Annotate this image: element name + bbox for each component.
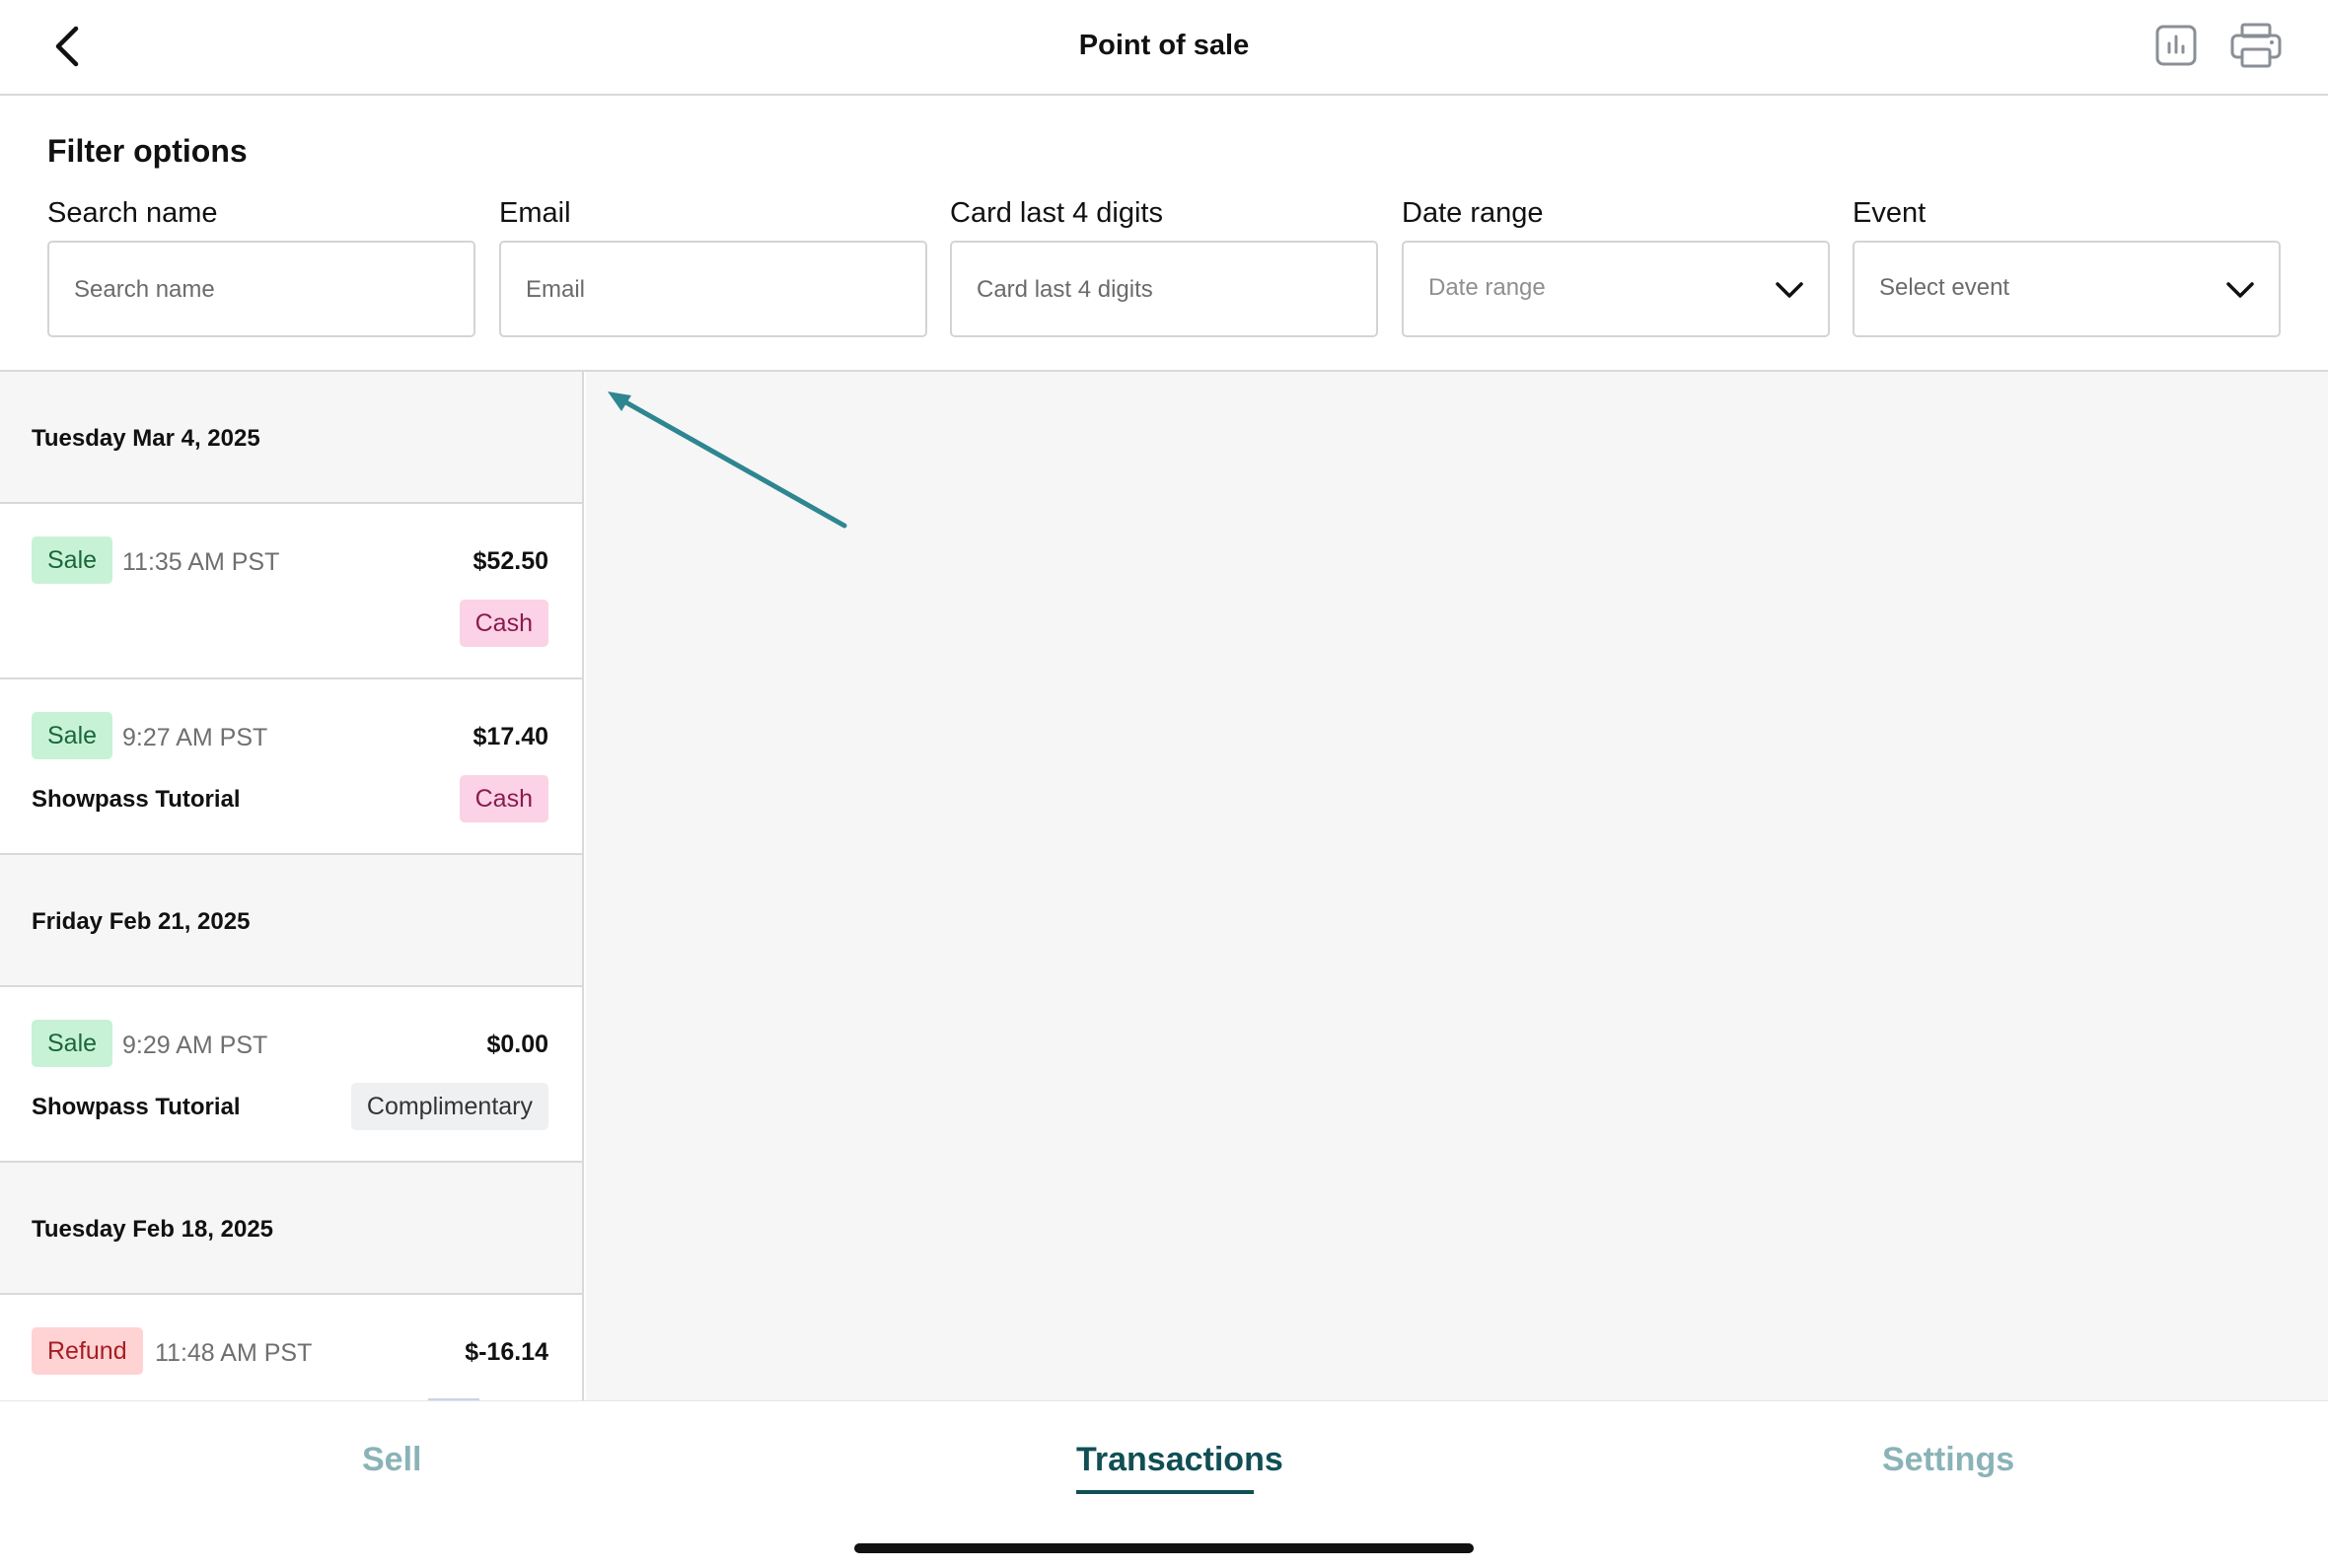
type-badge: Sale	[32, 536, 113, 584]
transaction-row[interactable]: Sale 11:35 AM PST $52.50 Cash	[0, 504, 582, 679]
date-range-select[interactable]: Date range	[1402, 241, 1830, 337]
card-digits-input[interactable]: Card last 4 digits	[950, 241, 1378, 337]
filter-panel: Filter options Search name Search name E…	[0, 96, 2328, 372]
pointer-arrow-icon	[608, 392, 847, 529]
active-tab-indicator	[1076, 1490, 1254, 1494]
reports-button[interactable]	[2154, 24, 2198, 67]
tab-settings[interactable]: Settings	[1882, 1441, 2014, 1479]
page-title: Point of sale	[1078, 30, 1250, 61]
type-badge: Sale	[32, 1020, 113, 1067]
transaction-time: 9:29 AM PST	[122, 1032, 268, 1059]
chevron-down-icon	[1776, 282, 1803, 298]
transaction-amount: $52.50	[473, 547, 548, 575]
date-header: Tuesday Mar 4, 2025	[0, 372, 582, 504]
email-placeholder: Email	[526, 276, 586, 303]
tab-transactions[interactable]: Transactions	[1076, 1441, 1283, 1479]
email-input[interactable]: Email	[499, 241, 927, 337]
home-indicator[interactable]	[854, 1543, 1474, 1553]
transaction-time: 11:48 AM PST	[155, 1339, 313, 1367]
top-bar: Point of sale	[0, 0, 2328, 96]
transaction-row[interactable]: Sale 9:29 AM PST $0.00 Showpass Tutorial…	[0, 987, 582, 1163]
date-header: Tuesday Feb 18, 2025	[0, 1163, 582, 1295]
event-label: Event	[1853, 197, 1927, 229]
transaction-row[interactable]: Refund 11:48 AM PST $-16.14	[0, 1295, 582, 1400]
date-header-label: Friday Feb 21, 2025	[32, 908, 251, 935]
transaction-amount: $17.40	[473, 723, 548, 750]
date-header-label: Tuesday Mar 4, 2025	[32, 425, 260, 452]
date-header: Friday Feb 21, 2025	[0, 855, 582, 987]
payment-badge: Complimentary	[350, 1083, 548, 1130]
transaction-list[interactable]: Tuesday Mar 4, 2025 Sale 11:35 AM PST $5…	[0, 372, 584, 1400]
email-label: Email	[499, 197, 571, 229]
payment-badge: Cash	[459, 775, 548, 822]
type-badge: Sale	[32, 712, 113, 759]
tab-sell[interactable]: Sell	[362, 1441, 421, 1479]
bar-chart-icon	[2155, 25, 2197, 66]
payment-badge: Cash	[459, 600, 548, 647]
printer-icon	[2230, 23, 2282, 68]
event-placeholder: Select event	[1879, 274, 2010, 301]
transaction-time: 11:35 AM PST	[122, 548, 280, 576]
date-range-placeholder: Date range	[1428, 274, 1546, 301]
transaction-event: Showpass Tutorial	[32, 786, 241, 813]
transaction-time: 9:27 AM PST	[122, 724, 268, 751]
print-button[interactable]	[2229, 22, 2283, 69]
card-digits-placeholder: Card last 4 digits	[977, 276, 1153, 303]
bottom-tab-bar: Sell Transactions Settings	[0, 1400, 2328, 1568]
type-badge: Refund	[32, 1327, 143, 1375]
date-header-label: Tuesday Feb 18, 2025	[32, 1216, 274, 1243]
transaction-amount: $-16.14	[465, 1338, 548, 1366]
search-name-label: Search name	[47, 197, 218, 229]
transaction-detail-pane	[586, 372, 2328, 1400]
search-name-placeholder: Search name	[74, 276, 215, 303]
transaction-event: Showpass Tutorial	[32, 1094, 241, 1120]
event-select[interactable]: Select event	[1853, 241, 2281, 337]
chevron-down-icon	[2226, 282, 2254, 298]
transaction-amount: $0.00	[486, 1031, 548, 1058]
filter-title: Filter options	[47, 133, 248, 169]
transaction-row[interactable]: Sale 9:27 AM PST $17.40 Showpass Tutoria…	[0, 679, 582, 855]
date-range-label: Date range	[1402, 197, 1544, 229]
card-digits-label: Card last 4 digits	[950, 197, 1163, 229]
search-name-input[interactable]: Search name	[47, 241, 475, 337]
